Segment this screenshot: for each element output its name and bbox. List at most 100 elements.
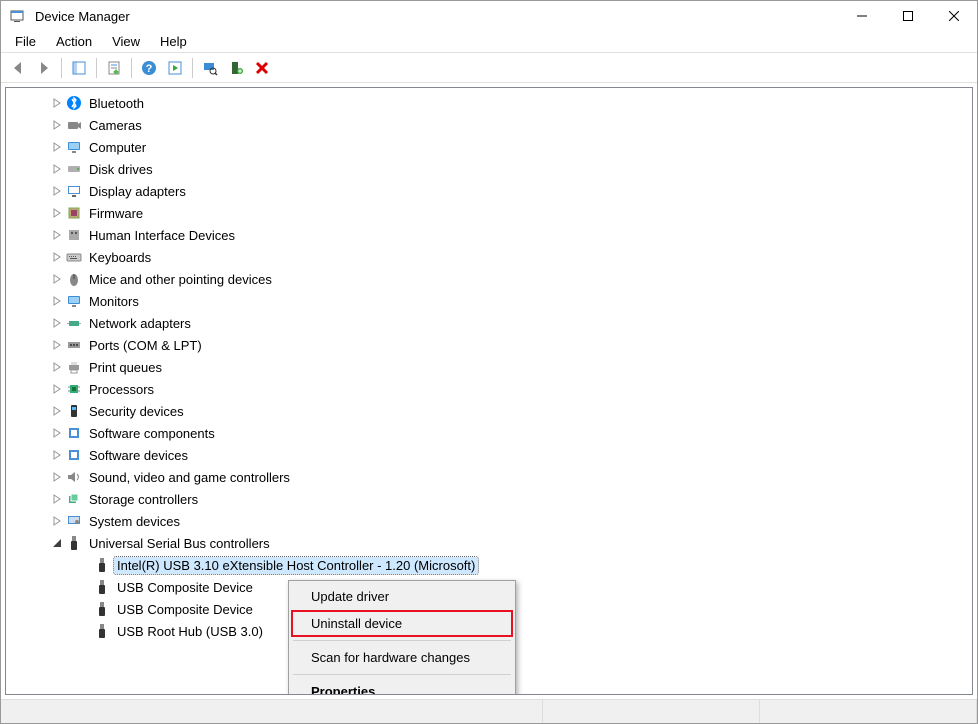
expand-icon[interactable] — [50, 360, 64, 374]
menu-view[interactable]: View — [102, 32, 150, 51]
expand-icon[interactable] — [50, 404, 64, 418]
ctx-uninstall-device[interactable]: Uninstall device — [291, 610, 513, 637]
tree-item[interactable]: Sound, video and game controllers — [10, 466, 972, 488]
tree-item-label: USB Root Hub (USB 3.0) — [114, 623, 266, 640]
tree-item[interactable]: Software devices — [10, 444, 972, 466]
tree-item[interactable]: Cameras — [10, 114, 972, 136]
tree-item-label: USB Composite Device — [114, 601, 256, 618]
ctx-scan-hardware[interactable]: Scan for hardware changes — [291, 644, 513, 671]
expand-icon[interactable] — [50, 338, 64, 352]
expander-none — [78, 624, 92, 638]
expand-icon[interactable] — [50, 162, 64, 176]
tree-item-label: Sound, video and game controllers — [86, 469, 293, 486]
toolbar-separator — [96, 58, 97, 78]
expand-icon[interactable] — [50, 514, 64, 528]
ctx-separator — [293, 640, 511, 641]
tree-item[interactable]: Storage controllers — [10, 488, 972, 510]
ctx-update-driver[interactable]: Update driver — [291, 583, 513, 610]
status-pane — [1, 700, 543, 723]
tree-item-label: Disk drives — [86, 161, 156, 178]
window-title: Device Manager — [35, 9, 839, 24]
tree-item[interactable]: Bluetooth — [10, 92, 972, 114]
expand-icon[interactable] — [50, 272, 64, 286]
expand-icon[interactable] — [50, 228, 64, 242]
status-pane — [760, 700, 977, 723]
tree-item-label: Cameras — [86, 117, 145, 134]
toolbar-separator — [192, 58, 193, 78]
properties-button[interactable] — [103, 57, 125, 79]
expand-icon[interactable] — [50, 294, 64, 308]
tree-item-label: USB Composite Device — [114, 579, 256, 596]
tree-item-label: System devices — [86, 513, 183, 530]
tree-item[interactable]: Intel(R) USB 3.10 eXtensible Host Contro… — [10, 554, 972, 576]
tree-item[interactable]: Computer — [10, 136, 972, 158]
tree-item[interactable]: Mice and other pointing devices — [10, 268, 972, 290]
toolbar: ? — [1, 53, 977, 83]
device-manager-window: Device Manager File Action View Help ? B… — [0, 0, 978, 724]
menu-help[interactable]: Help — [150, 32, 197, 51]
expand-icon[interactable] — [50, 250, 64, 264]
usb-icon — [66, 535, 82, 551]
uninstall-button[interactable] — [251, 57, 273, 79]
status-bar — [1, 699, 977, 723]
expand-icon[interactable] — [50, 316, 64, 330]
bluetooth-icon — [66, 95, 82, 111]
forward-button[interactable] — [33, 57, 55, 79]
tree-item-label: Universal Serial Bus controllers — [86, 535, 273, 552]
expand-icon[interactable] — [50, 448, 64, 462]
expand-icon[interactable] — [50, 492, 64, 506]
tree-item[interactable]: Disk drives — [10, 158, 972, 180]
tree-item[interactable]: Software components — [10, 422, 972, 444]
collapse-icon[interactable] — [50, 536, 64, 550]
tree-item[interactable]: Monitors — [10, 290, 972, 312]
tree-item[interactable]: Display adapters — [10, 180, 972, 202]
software-icon — [66, 447, 82, 463]
ctx-properties[interactable]: Properties — [291, 678, 513, 695]
expand-icon[interactable] — [50, 382, 64, 396]
tree-item[interactable]: Network adapters — [10, 312, 972, 334]
expand-icon[interactable] — [50, 184, 64, 198]
show-hide-tree-button[interactable] — [68, 57, 90, 79]
tree-item[interactable]: Universal Serial Bus controllers — [10, 532, 972, 554]
usb-icon — [94, 601, 110, 617]
action-button[interactable] — [164, 57, 186, 79]
add-legacy-button[interactable] — [225, 57, 247, 79]
tree-item[interactable]: Security devices — [10, 400, 972, 422]
tree-item[interactable]: Print queues — [10, 356, 972, 378]
tree-item[interactable]: System devices — [10, 510, 972, 532]
minimize-button[interactable] — [839, 1, 885, 31]
tree-item[interactable]: Human Interface Devices — [10, 224, 972, 246]
tree-item-label: Network adapters — [86, 315, 194, 332]
expand-icon[interactable] — [50, 470, 64, 484]
scan-hardware-button[interactable] — [199, 57, 221, 79]
back-button[interactable] — [7, 57, 29, 79]
tree-item-label: Mice and other pointing devices — [86, 271, 275, 288]
security-icon — [66, 403, 82, 419]
tree-item[interactable]: Processors — [10, 378, 972, 400]
tree-item[interactable]: Ports (COM & LPT) — [10, 334, 972, 356]
menu-action[interactable]: Action — [46, 32, 102, 51]
menu-file[interactable]: File — [5, 32, 46, 51]
tree-item-label: Ports (COM & LPT) — [86, 337, 205, 354]
tree-item[interactable]: Keyboards — [10, 246, 972, 268]
usb-icon — [94, 579, 110, 595]
expand-icon[interactable] — [50, 206, 64, 220]
menu-bar: File Action View Help — [1, 31, 977, 53]
title-bar: Device Manager — [1, 1, 977, 31]
expand-icon[interactable] — [50, 426, 64, 440]
tree-item[interactable]: Firmware — [10, 202, 972, 224]
help-button[interactable]: ? — [138, 57, 160, 79]
expand-icon[interactable] — [50, 140, 64, 154]
close-button[interactable] — [931, 1, 977, 31]
toolbar-separator — [61, 58, 62, 78]
expand-icon[interactable] — [50, 96, 64, 110]
tree-item-label: Display adapters — [86, 183, 189, 200]
maximize-button[interactable] — [885, 1, 931, 31]
tree-item-label: Software components — [86, 425, 218, 442]
tree-item-label: Software devices — [86, 447, 191, 464]
hid-icon — [66, 227, 82, 243]
tree-item-label: Keyboards — [86, 249, 154, 266]
port-icon — [66, 337, 82, 353]
svg-text:?: ? — [146, 63, 153, 75]
expand-icon[interactable] — [50, 118, 64, 132]
